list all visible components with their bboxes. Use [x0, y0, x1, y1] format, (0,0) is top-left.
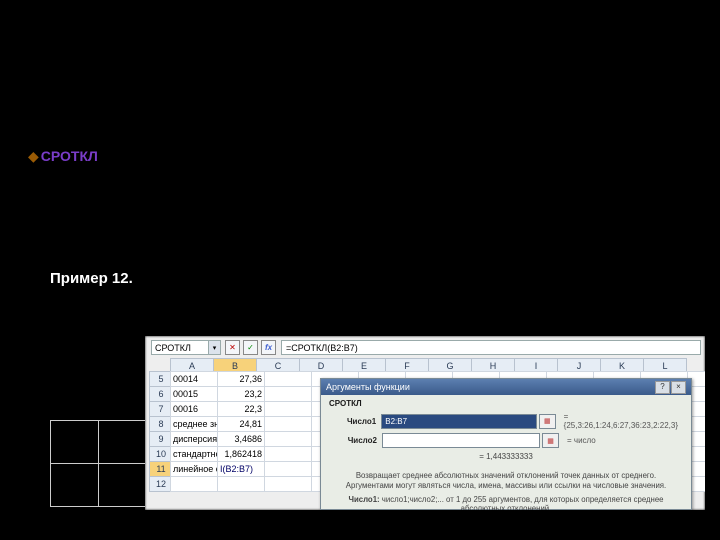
cell[interactable]	[264, 431, 312, 447]
cell[interactable]: 22,3	[217, 401, 265, 417]
cell[interactable]: 1,862418	[217, 446, 265, 462]
name-box[interactable]: СРОТКЛ ▾	[151, 340, 221, 355]
function-arguments-dialog: Аргументы функции ? × СРОТКЛ Число1 B2:B…	[320, 378, 692, 510]
formula-bar[interactable]: =СРОТКЛ(B2:B7)	[281, 340, 701, 355]
arg1-input[interactable]: B2:B7	[381, 414, 537, 429]
cell[interactable]: 27,36	[217, 371, 265, 387]
cell[interactable]: линейное отклонение	[170, 461, 218, 477]
formula-edit-buttons: ✕ ✓ fx	[225, 340, 276, 355]
cell[interactable]: 24,81	[217, 416, 265, 432]
cell[interactable]: I(B2:B7)	[217, 461, 265, 477]
cell[interactable]	[264, 371, 312, 387]
cell[interactable]	[264, 461, 312, 477]
cell[interactable]	[264, 416, 312, 432]
cell[interactable]: дисперсия	[170, 431, 218, 447]
excel-screenshot: СРОТКЛ ▾ ✕ ✓ fx =СРОТКЛ(B2:B7) ABCDEFGHI…	[145, 336, 705, 510]
dialog-result: = 1,443333333	[329, 452, 683, 461]
cell[interactable]: 00015	[170, 386, 218, 402]
example-label: Пример 12.	[50, 270, 133, 287]
arg2-label: Число2	[329, 436, 377, 445]
dialog-help-button[interactable]: ?	[655, 381, 670, 394]
arg2-range-picker-icon[interactable]: ▦	[542, 433, 559, 448]
cell[interactable]	[264, 386, 312, 402]
accept-icon[interactable]: ✓	[243, 340, 258, 355]
cell[interactable]: 3,4686	[217, 431, 265, 447]
cell[interactable]	[264, 476, 312, 492]
arg1-range-picker-icon[interactable]: ▦	[539, 414, 556, 429]
dialog-function-name: СРОТКЛ	[329, 399, 683, 408]
decorative-grid	[50, 420, 147, 507]
name-box-value: СРОТКЛ	[155, 343, 191, 353]
dialog-close-button[interactable]: ×	[671, 381, 686, 394]
cell[interactable]	[170, 476, 218, 492]
cell[interactable]	[217, 476, 265, 492]
dialog-arg-help: Число1: число1;число2;... от 1 до 255 ар…	[329, 495, 683, 510]
cell[interactable]: 23,2	[217, 386, 265, 402]
name-box-dropdown-icon[interactable]: ▾	[208, 341, 220, 354]
bullet-line: ◆СРОТКЛ	[28, 148, 98, 165]
arg2-input[interactable]	[382, 433, 540, 448]
fx-icon[interactable]: fx	[261, 340, 276, 355]
formula-bar-value: =СРОТКЛ(B2:B7)	[286, 343, 358, 353]
arg2-expansion: = число	[567, 436, 596, 445]
arg1-label: Число1	[329, 417, 376, 426]
dialog-title: Аргументы функции	[326, 379, 410, 395]
function-keyword: СРОТКЛ	[41, 148, 98, 164]
cell[interactable]: 00016	[170, 401, 218, 417]
cell[interactable]: стандартное отклонение	[170, 446, 218, 462]
arg1-expansion: = {25,3:26,1:24,6:27,36:23,2:22,3}	[564, 412, 683, 430]
bullet-diamond-icon: ◆	[28, 148, 39, 164]
cell[interactable]	[264, 401, 312, 417]
cell[interactable]: среднее значение цены	[170, 416, 218, 432]
dialog-description: Возвращает среднее абсолютных значений о…	[329, 471, 683, 491]
cell[interactable]	[264, 446, 312, 462]
cell[interactable]: 00014	[170, 371, 218, 387]
cancel-icon[interactable]: ✕	[225, 340, 240, 355]
dialog-titlebar[interactable]: Аргументы функции ? ×	[321, 379, 691, 395]
